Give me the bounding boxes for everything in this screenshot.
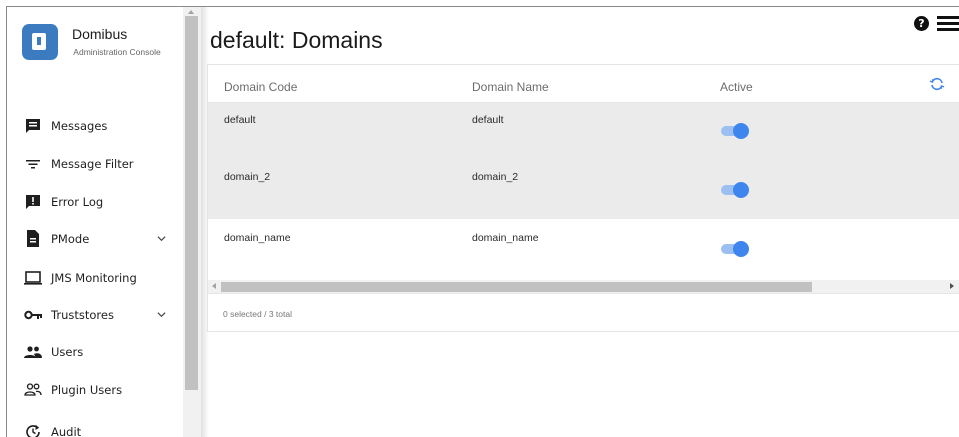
filter-icon bbox=[24, 155, 42, 173]
cell-domain-name: default bbox=[472, 114, 504, 126]
cell-domain-name: domain_2 bbox=[472, 171, 519, 183]
active-toggle[interactable] bbox=[719, 123, 749, 139]
sidebar-item-label: Plugin Users bbox=[51, 382, 123, 397]
users-icon bbox=[24, 343, 42, 361]
sidebar-item-label: Audit bbox=[51, 424, 82, 437]
page-title: default: Domains bbox=[210, 27, 383, 53]
sidebar-item-users[interactable]: Users bbox=[7, 333, 183, 370]
sidebar-scrollbar[interactable] bbox=[183, 7, 201, 437]
column-header-domain-name[interactable]: Domain Name bbox=[472, 80, 549, 94]
help-icon[interactable]: ? bbox=[914, 16, 929, 31]
active-toggle[interactable] bbox=[719, 182, 749, 198]
sidebar-item-jms-monitoring[interactable]: JMS Monitoring bbox=[7, 259, 183, 296]
table-row[interactable]: domain_name domain_name bbox=[208, 219, 959, 279]
active-toggle[interactable] bbox=[719, 241, 749, 257]
column-header-active[interactable]: Active bbox=[720, 80, 753, 94]
menu-icon[interactable] bbox=[937, 16, 959, 32]
sidebar: Domibus Administration Console Messages … bbox=[7, 7, 183, 437]
audit-icon bbox=[24, 423, 42, 437]
column-header-domain-code[interactable]: Domain Code bbox=[224, 80, 297, 94]
sidebar-item-label: Message Filter bbox=[51, 156, 134, 171]
chevron-down-icon[interactable] bbox=[157, 310, 166, 319]
sidebar-item-audit[interactable]: Audit bbox=[7, 413, 183, 437]
sidebar-item-message-filter[interactable]: Message Filter bbox=[7, 145, 183, 182]
sidebar-item-label: Users bbox=[51, 344, 84, 359]
refresh-icon[interactable] bbox=[929, 76, 945, 92]
message-icon bbox=[24, 117, 42, 135]
monitor-icon bbox=[24, 269, 42, 287]
scroll-left-icon[interactable] bbox=[212, 283, 216, 289]
chevron-down-icon[interactable] bbox=[157, 234, 166, 243]
cell-domain-name: domain_name bbox=[472, 232, 539, 244]
brand-subtitle: Administration Console bbox=[73, 47, 161, 57]
sidebar-scrollbar-thumb[interactable] bbox=[185, 16, 198, 390]
table-horizontal-scrollbar[interactable] bbox=[208, 280, 959, 293]
sidebar-item-pmode[interactable]: PMode bbox=[7, 220, 183, 257]
sidebar-item-label: PMode bbox=[51, 231, 90, 246]
table-row[interactable]: domain_2 domain_2 bbox=[208, 161, 959, 219]
domains-table: Domain Code Domain Name Active default d… bbox=[207, 64, 959, 332]
error-log-icon bbox=[24, 193, 42, 211]
sidebar-item-error-log[interactable]: Error Log bbox=[7, 183, 183, 220]
table-header: Domain Code Domain Name Active bbox=[208, 65, 959, 103]
scroll-up-icon[interactable] bbox=[188, 10, 194, 14]
sidebar-item-messages[interactable]: Messages bbox=[7, 107, 183, 144]
table-row[interactable]: default default bbox=[208, 103, 959, 161]
sidebar-item-label: Error Log bbox=[51, 194, 104, 209]
cell-domain-code: default bbox=[224, 114, 256, 126]
sidebar-item-label: Truststores bbox=[51, 307, 114, 322]
domibus-logo-icon bbox=[22, 24, 58, 60]
sidebar-item-label: JMS Monitoring bbox=[51, 270, 137, 285]
horizontal-scrollbar-thumb[interactable] bbox=[221, 282, 812, 292]
app-window: Domibus Administration Console Messages … bbox=[6, 6, 959, 437]
cell-domain-code: domain_name bbox=[224, 232, 291, 244]
selection-count: 0 selected / 3 total bbox=[223, 309, 292, 319]
sidebar-item-plugin-users[interactable]: Plugin Users bbox=[7, 371, 183, 408]
sidebar-item-truststores[interactable]: Truststores bbox=[7, 296, 183, 333]
plugin-users-icon bbox=[24, 381, 42, 399]
brand-title: Domibus bbox=[72, 26, 128, 42]
cell-domain-code: domain_2 bbox=[224, 171, 271, 183]
key-icon bbox=[24, 306, 42, 324]
scroll-right-icon[interactable] bbox=[950, 283, 954, 289]
file-icon bbox=[24, 230, 42, 248]
sidebar-item-label: Messages bbox=[51, 118, 108, 133]
